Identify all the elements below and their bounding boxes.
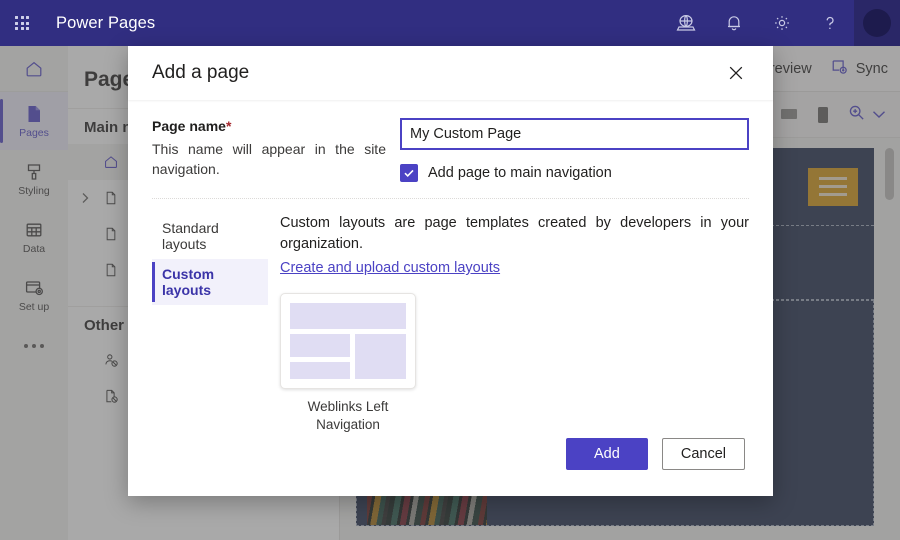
dialog-footer: Add Cancel [128, 438, 773, 496]
close-icon[interactable] [721, 58, 751, 88]
main-nav-checkbox[interactable] [400, 164, 418, 182]
main-nav-checkbox-label: Add page to main navigation [428, 165, 612, 181]
dialog-header: Add a page [128, 46, 773, 100]
layout-card[interactable]: Weblinks Left Navigation [280, 293, 416, 433]
create-upload-layouts-link[interactable]: Create and upload custom layouts [280, 260, 500, 276]
layout-card-list: Weblinks Left Navigation [280, 293, 749, 433]
page-name-label: Page name* [152, 118, 386, 134]
layout-weblinks-left-navigation-icon [280, 293, 416, 390]
bell-icon[interactable] [710, 0, 758, 46]
page-name-label-group: Page name* This name will appear in the … [152, 118, 400, 182]
page-name-input[interactable] [400, 118, 749, 150]
dialog-title: Add a page [152, 62, 250, 83]
page-name-hint: This name will appear in the site naviga… [152, 141, 386, 177]
main-nav-checkbox-row[interactable]: Add page to main navigation [400, 164, 749, 182]
top-app-bar: Power Pages [0, 0, 900, 46]
add-button[interactable]: Add [565, 438, 648, 470]
tab-standard-layouts[interactable]: Standard layouts [152, 213, 268, 259]
dialog-body: Page name* This name will appear in the … [128, 100, 773, 438]
globe-icon[interactable] [662, 0, 710, 46]
power-pages-app: Power Pages Add a page Page name* This n… [0, 0, 900, 540]
app-title: Power Pages [56, 13, 156, 32]
check-icon [404, 169, 414, 178]
help-icon[interactable] [806, 0, 854, 46]
layout-content: Custom layouts are page templates create… [276, 213, 749, 433]
add-page-dialog: Add a page Page name* This name will app… [128, 46, 773, 496]
tab-custom-layouts[interactable]: Custom layouts [152, 259, 268, 305]
cancel-button[interactable]: Cancel [661, 438, 745, 470]
gear-icon[interactable] [758, 0, 806, 46]
page-name-controls: Add page to main navigation [400, 118, 749, 182]
app-launcher-icon[interactable] [0, 0, 44, 46]
section-divider [152, 198, 749, 199]
layout-description: Custom layouts are page templates create… [280, 215, 749, 252]
required-asterisk: * [225, 118, 232, 134]
layout-tabs: Standard layouts Custom layouts [152, 213, 276, 433]
page-name-row: Page name* This name will appear in the … [152, 118, 749, 182]
avatar[interactable] [854, 0, 900, 46]
layout-card-caption: Weblinks Left Navigation [307, 399, 389, 432]
layouts-section: Standard layouts Custom layouts Custom l… [152, 213, 749, 433]
page-name-label-text: Page name [152, 118, 226, 134]
top-bar-actions [662, 0, 900, 46]
